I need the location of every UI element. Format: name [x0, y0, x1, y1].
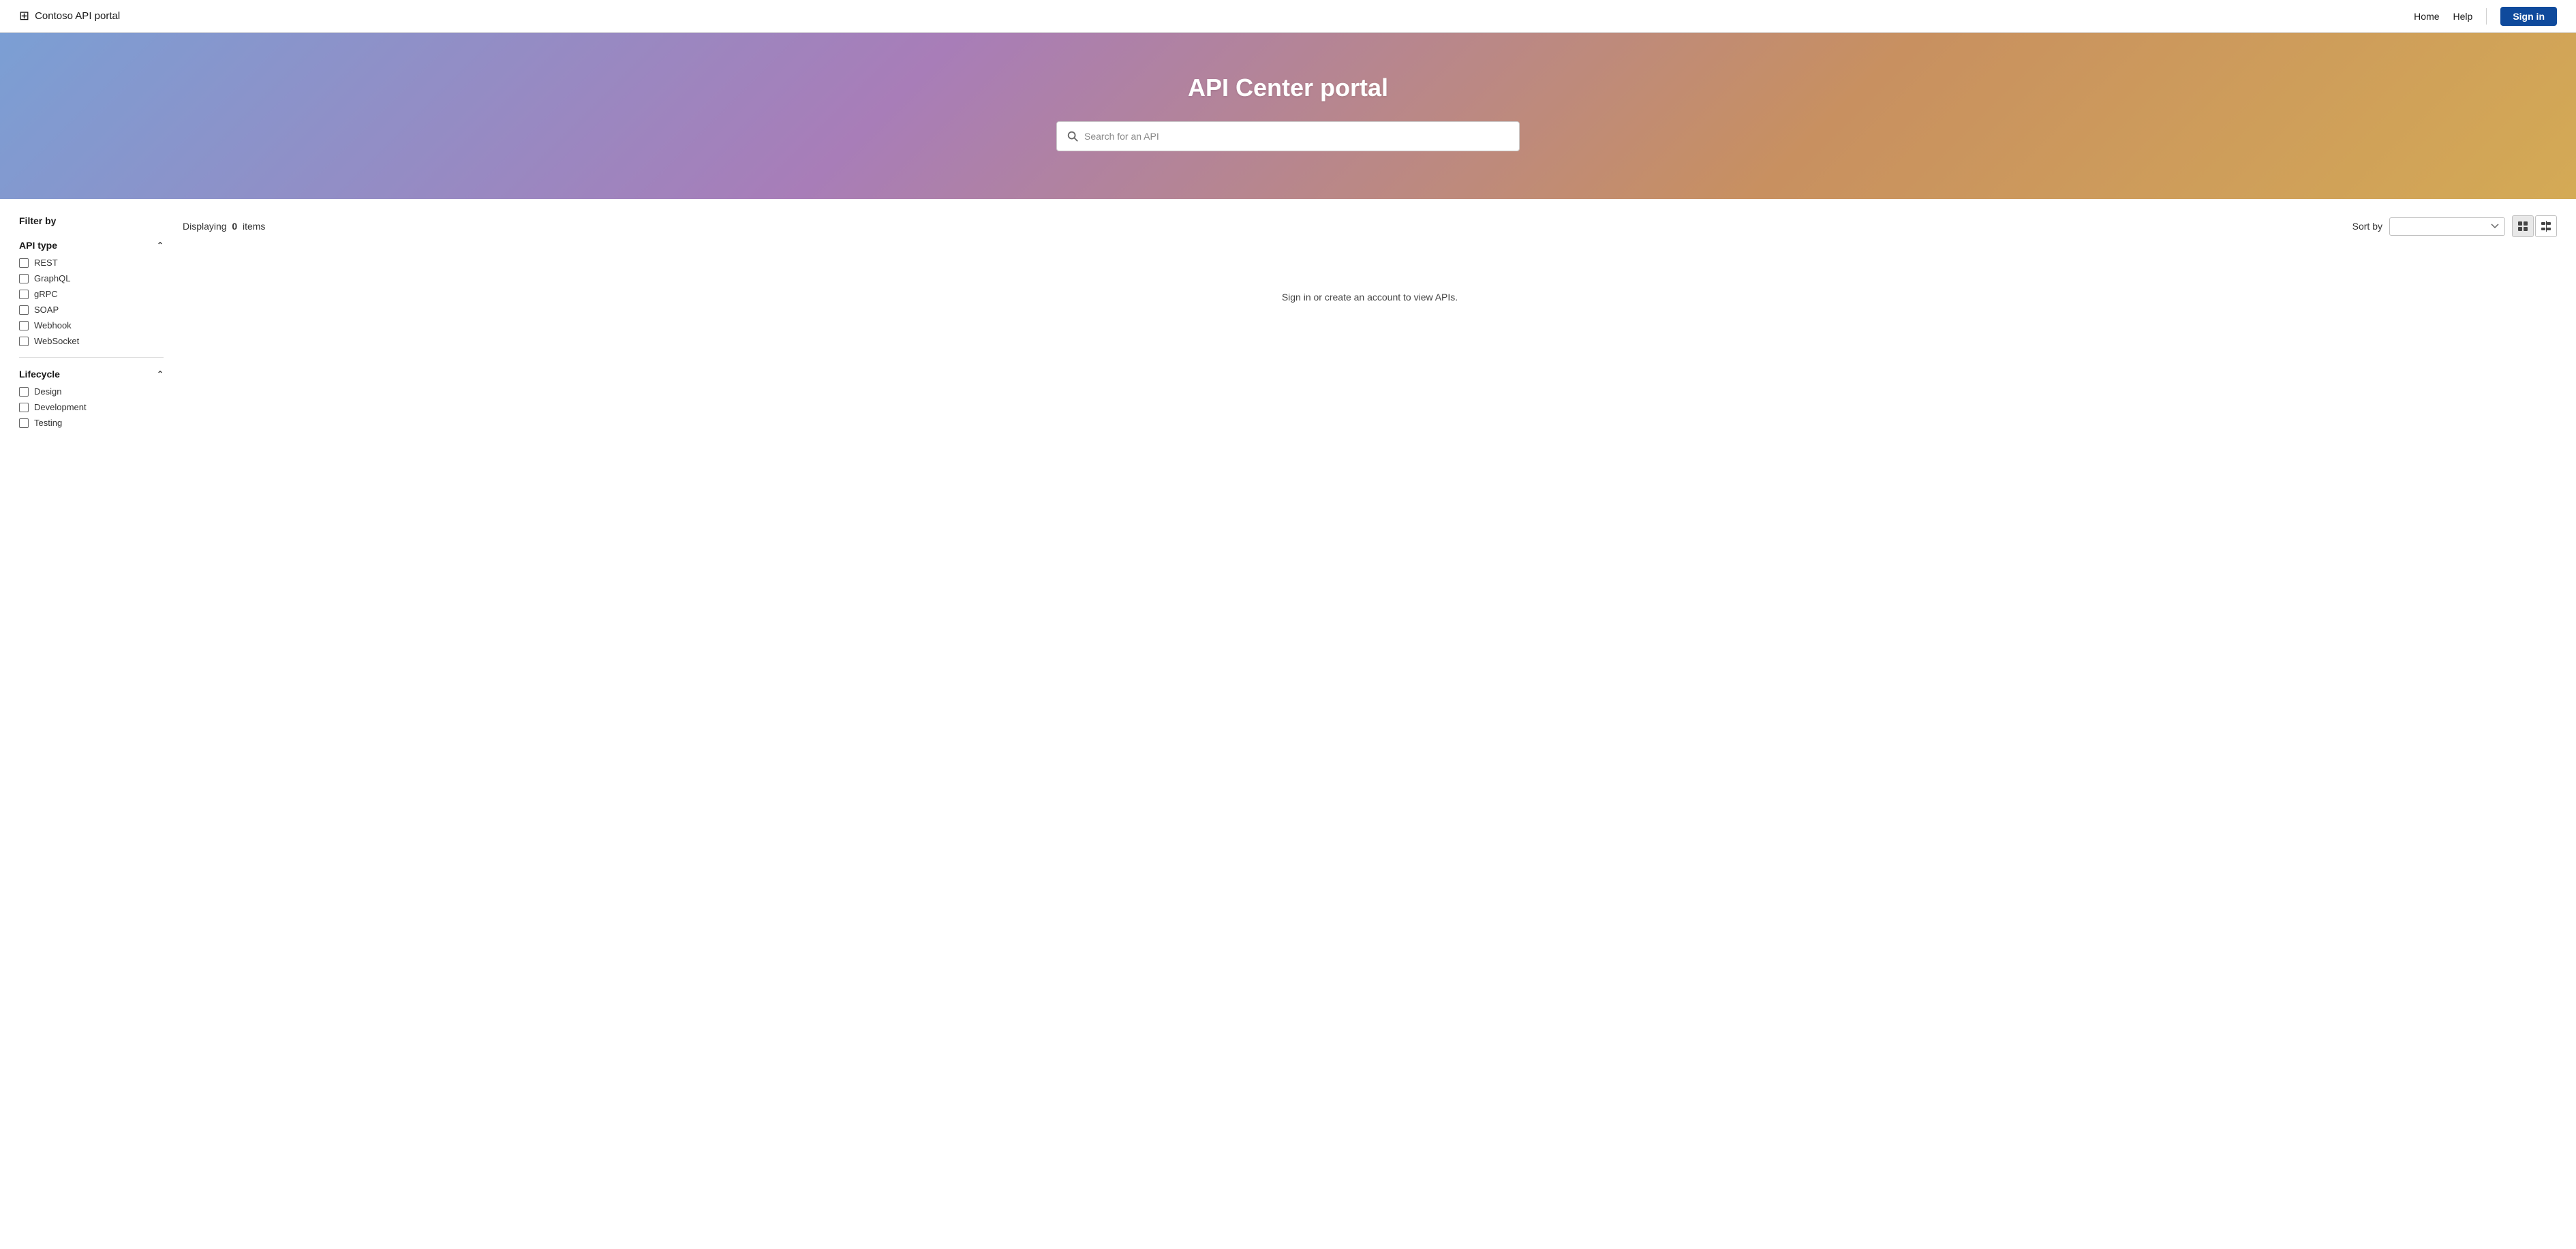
help-nav-link[interactable]: Help [2453, 11, 2473, 22]
brand-name: Contoso API portal [35, 10, 120, 22]
hero-title: API Center portal [14, 74, 2562, 102]
displaying-suffix: items [243, 221, 265, 232]
view-toggle [2512, 215, 2557, 237]
filter-label-grpc: gRPC [34, 289, 58, 299]
search-input-wrapper [1056, 121, 1520, 151]
filter-by-label: Filter by [19, 215, 164, 226]
filter-section-api-type-label: API type [19, 240, 57, 251]
filter-option-webhook[interactable]: Webhook [19, 320, 164, 330]
brand-icon: ⊞ [19, 9, 29, 23]
filter-label-soap: SOAP [34, 305, 59, 315]
chevron-up-icon-lifecycle: ⌃ [157, 369, 164, 379]
checkbox-soap[interactable] [19, 305, 29, 315]
filter-option-soap[interactable]: SOAP [19, 305, 164, 315]
right-content: Displaying 0 items Sort by [183, 215, 2557, 436]
checkbox-development[interactable] [19, 403, 29, 412]
filter-section-api-type: API type ⌃ REST GraphQL gRPC SO [19, 240, 164, 346]
filter-label-websocket: WebSocket [34, 336, 79, 346]
grid-view-button[interactable] [2512, 215, 2534, 237]
checkbox-testing[interactable] [19, 418, 29, 428]
checkbox-design[interactable] [19, 387, 29, 397]
toolbar-right: Sort by [2352, 215, 2557, 237]
filter-label-testing: Testing [34, 418, 62, 428]
filter-option-grpc[interactable]: gRPC [19, 289, 164, 299]
filter-label-design: Design [34, 386, 61, 397]
checkbox-webhook[interactable] [19, 321, 29, 330]
checkbox-rest[interactable] [19, 258, 29, 268]
filter-label-webhook: Webhook [34, 320, 72, 330]
navbar: ⊞ Contoso API portal Home Help Sign in [0, 0, 2576, 33]
search-container [1056, 121, 1520, 151]
list-view-button[interactable] [2535, 215, 2557, 237]
search-icon [1067, 130, 1079, 142]
sidebar: Filter by API type ⌃ REST GraphQL gRPC [19, 215, 183, 436]
navbar-right: Home Help Sign in [2414, 7, 2557, 26]
list-icon [2541, 221, 2551, 232]
brand: ⊞ Contoso API portal [19, 9, 120, 23]
chevron-up-icon: ⌃ [157, 241, 164, 250]
grid-icon [2517, 221, 2528, 232]
sort-by-label: Sort by [2352, 221, 2382, 232]
filter-section-lifecycle-header[interactable]: Lifecycle ⌃ [19, 369, 164, 380]
filter-section-lifecycle: Lifecycle ⌃ Design Development Testing [19, 369, 164, 428]
checkbox-grpc[interactable] [19, 290, 29, 299]
filter-label-graphql: GraphQL [34, 273, 70, 283]
home-nav-link[interactable]: Home [2414, 11, 2439, 22]
api-type-options: REST GraphQL gRPC SOAP Webhook [19, 258, 164, 346]
filter-option-websocket[interactable]: WebSocket [19, 336, 164, 346]
toolbar: Displaying 0 items Sort by [183, 215, 2557, 237]
filter-section-api-type-header[interactable]: API type ⌃ [19, 240, 164, 251]
checkbox-graphql[interactable] [19, 274, 29, 283]
search-input[interactable] [1084, 131, 1509, 142]
displaying-count: 0 [232, 221, 237, 232]
filter-label-rest: REST [34, 258, 58, 268]
displaying-text: Displaying 0 items [183, 221, 265, 232]
nav-divider [2486, 8, 2487, 25]
filter-section-lifecycle-label: Lifecycle [19, 369, 60, 380]
sign-in-button[interactable]: Sign in [2500, 7, 2557, 26]
filter-option-development[interactable]: Development [19, 402, 164, 412]
filter-option-graphql[interactable]: GraphQL [19, 273, 164, 283]
filter-option-testing[interactable]: Testing [19, 418, 164, 428]
filter-divider [19, 357, 164, 358]
lifecycle-options: Design Development Testing [19, 386, 164, 428]
empty-message: Sign in or create an account to view API… [183, 292, 2557, 303]
hero-section: API Center portal [0, 33, 2576, 199]
filter-label-development: Development [34, 402, 87, 412]
filter-option-rest[interactable]: REST [19, 258, 164, 268]
main-content: Filter by API type ⌃ REST GraphQL gRPC [0, 199, 2576, 452]
displaying-label: Displaying [183, 221, 227, 232]
sort-select[interactable] [2389, 217, 2505, 236]
checkbox-websocket[interactable] [19, 337, 29, 346]
filter-option-design[interactable]: Design [19, 386, 164, 397]
